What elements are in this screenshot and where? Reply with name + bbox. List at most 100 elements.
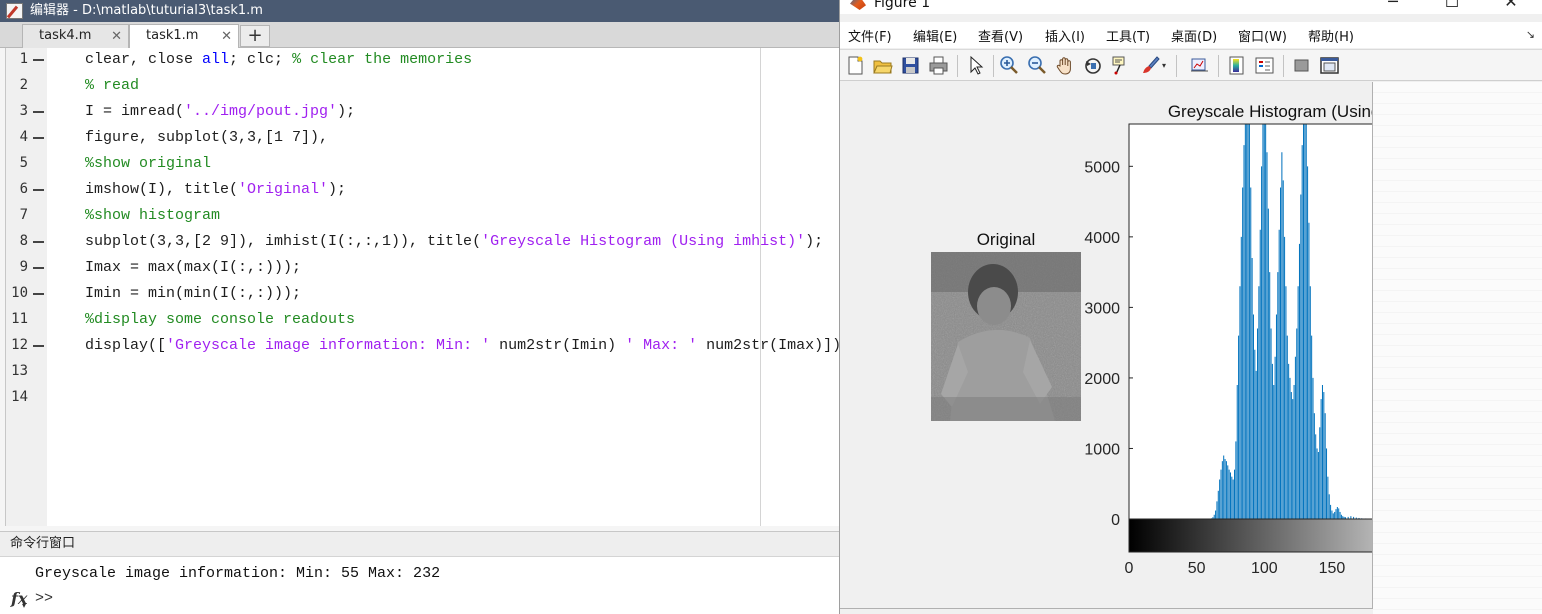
code-text: % read (85, 77, 139, 94)
breakpoint-dash[interactable] (33, 189, 44, 191)
line-number: 11 (11, 311, 28, 327)
show-plot-tools-icon[interactable] (1319, 55, 1340, 76)
zoom-in-icon[interactable] (999, 55, 1020, 76)
code-line[interactable]: 1 clear, close all; clc; % clear the mem… (6, 48, 841, 74)
tab-label: task4.m (39, 28, 92, 43)
fx-dropdown-icon[interactable]: ▾ (22, 601, 26, 610)
maximize-button[interactable]: ☐ (1442, 0, 1462, 11)
desktop-background (1373, 82, 1542, 614)
code-text: subplot(3,3,[2 9]), imhist(I(:,:,1)), ti… (85, 233, 823, 250)
minimize-button[interactable]: ─ (1383, 0, 1403, 11)
code-line[interactable]: 3 I = imread('../img/pout.jpg'); (6, 100, 841, 126)
toolbar-separator (1218, 55, 1219, 77)
zoom-out-icon[interactable] (1027, 55, 1048, 76)
tab-task4[interactable]: task4.m ✕ (22, 24, 129, 48)
line-number: 7 (19, 207, 28, 223)
tab-task1[interactable]: task1.m ✕ (129, 24, 239, 48)
code-text: I = imread('../img/pout.jpg'); (85, 103, 355, 120)
line-number: 2 (19, 77, 28, 93)
code-comment: %display some console readouts (85, 311, 356, 328)
menu-view[interactable]: 查看(V) (978, 26, 1023, 45)
menu-insert[interactable]: 插入(I) (1045, 26, 1085, 45)
brush-dropdown-icon[interactable]: ▾ (1162, 61, 1166, 70)
code-comment: %show histogram (85, 207, 221, 224)
tab-close-icon[interactable]: ✕ (111, 26, 122, 48)
command-window[interactable]: 命令行窗口 Greyscale image information: Min: … (0, 531, 840, 614)
editor-titlebar[interactable]: 编辑器 - D:\matlab\tuturial3\task1.m (0, 0, 840, 22)
code-text: imshow(I), title('Original'); (85, 181, 346, 198)
console-output: Greyscale image information: Min: 55 Max… (35, 565, 441, 582)
menu-file[interactable]: 文件(F) (848, 26, 892, 45)
code-comment: %show original (85, 155, 212, 172)
code-line[interactable]: 12 display(['Greyscale image information… (6, 334, 841, 360)
tab-close-icon[interactable]: ✕ (221, 26, 232, 48)
code-line[interactable]: 2 % read (6, 74, 841, 100)
code-string: 'Original' (238, 181, 329, 198)
code-line[interactable]: 14 (6, 386, 841, 412)
line-number: 12 (11, 337, 28, 353)
line-number: 4 (19, 129, 28, 145)
menu-help[interactable]: 帮助(H) (1308, 26, 1354, 45)
line-number: 3 (19, 103, 28, 119)
hide-plot-tools-icon[interactable] (1291, 55, 1312, 76)
breakpoint-dash[interactable] (33, 345, 44, 347)
command-prompt[interactable]: >> (35, 590, 53, 607)
figure-titlebar[interactable]: Figure 1 ─ ☐ ✕ (840, 0, 1542, 14)
y-tick-label: 5000 (1084, 159, 1120, 176)
edit-plot-arrow-icon[interactable] (965, 55, 986, 76)
image-title: Original (977, 230, 1036, 249)
code-line[interactable]: 8 subplot(3,3,[2 9]), imhist(I(:,:,1)), … (6, 230, 841, 256)
save-icon[interactable] (900, 55, 921, 76)
breakpoint-dash[interactable] (33, 111, 44, 113)
breakpoint-dash[interactable] (33, 241, 44, 243)
insert-legend-icon[interactable] (1254, 55, 1275, 76)
breakpoint-dash[interactable] (33, 137, 44, 139)
code-string: ' Max: ' (625, 337, 698, 354)
code-line[interactable]: 10 Imin = min(min(I(:,:))); (6, 282, 841, 308)
code-token: Imax = max(max(I(:,:))); (85, 259, 302, 276)
screen: 编辑器 - D:\matlab\tuturial3\task1.m task4.… (0, 0, 1542, 614)
line-number: 6 (19, 181, 28, 197)
code-line[interactable]: 7 %show histogram (6, 204, 841, 230)
code-line[interactable]: 9 Imax = max(max(I(:,:))); (6, 256, 841, 282)
code-line[interactable]: 4 figure, subplot(3,3,[1 7]), (6, 126, 841, 152)
code-editor[interactable]: 1 clear, close all; clc; % clear the mem… (5, 48, 841, 526)
breakpoint-dash[interactable] (33, 59, 44, 61)
close-button[interactable]: ✕ (1501, 0, 1521, 11)
link-plot-icon[interactable] (1189, 55, 1210, 76)
menu-desktop[interactable]: 桌面(D) (1171, 26, 1217, 45)
menu-tools[interactable]: 工具(T) (1106, 26, 1150, 45)
code-token: display([ (85, 337, 167, 354)
code-text: clear, close all; clc; % clear the memor… (85, 51, 472, 68)
figure-menubar: 文件(F) 编辑(E) 查看(V) 插入(I) 工具(T) 桌面(D) 窗口(W… (840, 22, 1542, 48)
add-tab-button[interactable]: + (240, 25, 270, 47)
code-line[interactable]: 13 (6, 360, 841, 386)
original-image[interactable] (931, 252, 1081, 421)
editor-tabbar: task4.m ✕ task1.m ✕ + (0, 22, 840, 48)
code-line[interactable]: 6 imshow(I), title('Original'); (6, 178, 841, 204)
menu-overflow-icon[interactable]: ↘ (1526, 28, 1535, 41)
code-token: ); (337, 103, 356, 120)
toolbar-separator (957, 55, 958, 77)
y-tick-label: 3000 (1084, 300, 1120, 317)
command-prompt-row[interactable]: fx ▾ >> (0, 587, 840, 614)
data-cursor-icon[interactable] (1111, 55, 1132, 76)
x-tick-label: 100 (1251, 560, 1278, 577)
insert-colorbar-icon[interactable] (1226, 55, 1247, 76)
print-icon[interactable] (928, 55, 949, 76)
open-file-icon[interactable] (872, 55, 893, 76)
code-line[interactable]: 5 %show original (6, 152, 841, 178)
new-figure-icon[interactable] (845, 55, 866, 76)
code-token: num2str(Imax)]) (697, 337, 842, 354)
breakpoint-dash[interactable] (33, 267, 44, 269)
code-line[interactable]: 11 %display some console readouts (6, 308, 841, 334)
pan-hand-icon[interactable] (1055, 55, 1076, 76)
breakpoint-dash[interactable] (33, 293, 44, 295)
brush-icon[interactable] (1140, 55, 1161, 76)
code-token: Imin = min(min(I(:,:))); (85, 285, 302, 302)
menu-edit[interactable]: 编辑(E) (913, 26, 957, 45)
rotate-3d-icon[interactable] (1083, 55, 1104, 76)
code-token: I = imread( (85, 103, 185, 120)
toolbar-separator (993, 55, 994, 77)
menu-window[interactable]: 窗口(W) (1238, 26, 1287, 45)
